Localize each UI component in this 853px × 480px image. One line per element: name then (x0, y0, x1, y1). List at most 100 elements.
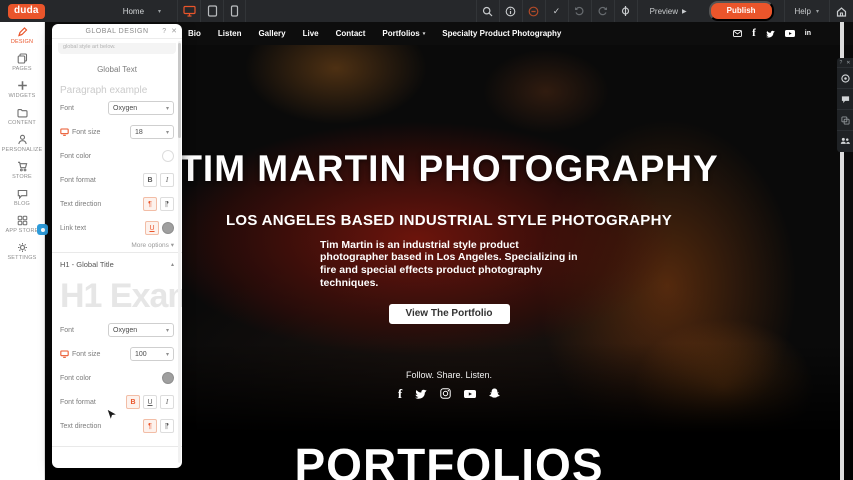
global-design-panel: GLOBAL DESIGN ? ✕ global style art below… (52, 24, 182, 468)
settings-gear-icon (17, 242, 28, 253)
font-size-label: Font size (72, 129, 100, 136)
paragraph-style-preview[interactable]: Paragraph example (60, 85, 174, 96)
mouse-cursor (106, 409, 117, 428)
bold-button[interactable]: B (143, 173, 157, 187)
sidebar-item-design[interactable]: DESIGN (0, 22, 44, 49)
nav-link-gallery[interactable]: Gallery (258, 29, 285, 38)
sidebar-item-pages[interactable]: PAGES (0, 49, 44, 76)
nav-link-bio[interactable]: Bio (188, 29, 201, 38)
hero-title[interactable]: TIM MARTIN PHOTOGRAPHY (179, 149, 718, 190)
app-store-notification-badge[interactable] (37, 224, 48, 235)
view-portfolio-button[interactable]: View The Portfolio (389, 304, 510, 324)
h1-section-header[interactable]: H1 - Global Title ▴ (60, 257, 174, 271)
instagram-icon[interactable] (440, 388, 451, 399)
h1-underline-button[interactable]: U (143, 395, 157, 409)
italic-button[interactable]: I (160, 173, 174, 187)
duda-logo[interactable]: duda (8, 4, 45, 19)
snapchat-icon[interactable] (489, 388, 500, 399)
preview-button[interactable]: Preview ▶ (637, 0, 699, 22)
widgets-plus-icon (17, 80, 28, 91)
search-icon[interactable] (476, 0, 499, 22)
sidebar-item-widgets[interactable]: WIDGETS (0, 76, 44, 103)
page-selector[interactable]: Home ▾ (123, 7, 161, 16)
h1-font-select[interactable]: Oxygen ▾ (108, 323, 174, 337)
panel-scrollbar[interactable] (178, 41, 181, 463)
chevron-down-icon: ▾ (423, 31, 426, 37)
tablet-view-button[interactable] (200, 0, 223, 22)
email-icon[interactable] (733, 30, 742, 37)
panel-help-icon[interactable]: ? (162, 28, 166, 35)
linkedin-icon[interactable]: in (805, 30, 811, 37)
paragraph-font-size-select[interactable]: 18 ▾ (130, 125, 174, 139)
panel-close-icon[interactable]: ✕ (171, 27, 177, 35)
h1-italic-button[interactable]: I (160, 395, 174, 409)
twitter-icon[interactable] (766, 30, 775, 38)
toolbar-close-icon[interactable]: ✕ (846, 60, 850, 66)
blog-bubble-icon (17, 189, 28, 199)
twitter-icon[interactable] (415, 389, 427, 399)
help-menu[interactable]: Help ▾ (784, 0, 829, 22)
ltr-direction-button[interactable]: ¶ (143, 197, 157, 211)
link-color-swatch[interactable] (162, 222, 174, 234)
layers-icon[interactable] (837, 109, 853, 130)
screenshot-icon[interactable] (837, 67, 853, 88)
design-icon (17, 26, 28, 37)
link-underline-button[interactable]: U (145, 221, 159, 235)
youtube-icon[interactable] (464, 390, 476, 398)
app-store-icon (17, 215, 28, 226)
sidebar-item-blog[interactable]: BLOG (0, 184, 44, 211)
personalize-user-icon (17, 134, 28, 145)
paragraph-font-select[interactable]: Oxygen ▾ (108, 101, 174, 115)
dev-mode-icon[interactable] (614, 0, 637, 22)
publish-button[interactable]: Publish (709, 1, 774, 21)
chevron-down-icon: ▾ (158, 8, 161, 15)
font-size-label: Font size (72, 351, 100, 358)
h1-font-size-select[interactable]: 100 ▾ (130, 347, 174, 361)
nav-link-listen[interactable]: Listen (218, 29, 242, 38)
more-options-link[interactable]: More options ▾ (60, 241, 174, 249)
h1-ltr-direction-button[interactable]: ¶ (143, 419, 157, 433)
youtube-icon[interactable] (785, 30, 795, 37)
team-icon[interactable] (837, 130, 853, 151)
chevron-up-icon: ▴ (171, 261, 174, 268)
font-color-label: Font color (60, 153, 91, 160)
hero-subtitle[interactable]: LOS ANGELES BASED INDUSTRIAL STYLE PHOTO… (226, 212, 672, 229)
save-check-icon[interactable]: ✓ (545, 0, 568, 22)
panel-info-note: global style art below. (58, 43, 176, 54)
rtl-direction-button[interactable]: ¶ (160, 197, 174, 211)
comments-icon[interactable] (837, 88, 853, 109)
facebook-icon[interactable]: f (398, 387, 402, 400)
undo-icon[interactable] (568, 0, 591, 22)
h1-rtl-direction-button[interactable]: ¶ (160, 419, 174, 433)
paragraph-font-color-swatch[interactable] (162, 150, 174, 162)
nav-link-live[interactable]: Live (303, 29, 319, 38)
sidebar-item-store[interactable]: STORE (0, 157, 44, 184)
play-icon: ▶ (682, 8, 687, 15)
facebook-icon[interactable]: f (752, 28, 756, 39)
sidebar-item-personalize[interactable]: PERSONALIZE (0, 130, 44, 157)
device-override-icon (60, 128, 69, 136)
nav-link-specialty[interactable]: Specialty Product Photography (442, 29, 561, 38)
sidebar-item-content[interactable]: CONTENT (0, 103, 44, 130)
hero-paragraph[interactable]: Tim Martin is an industrial style produc… (320, 239, 578, 290)
h1-style-preview[interactable]: H1 Example (60, 274, 182, 318)
nav-link-portfolios[interactable]: Portfolios▾ (382, 29, 425, 38)
content-folder-icon (17, 108, 28, 118)
desktop-view-button[interactable] (177, 0, 200, 22)
h1-bold-button[interactable]: B (126, 395, 140, 409)
redo-icon[interactable] (591, 0, 614, 22)
mobile-view-button[interactable] (223, 0, 246, 22)
nav-link-contact[interactable]: Contact (336, 29, 366, 38)
text-direction-label: Text direction (60, 201, 101, 208)
info-icon[interactable] (499, 0, 522, 22)
toolbar-help-icon[interactable]: ? (840, 60, 843, 66)
chevron-down-icon: ▾ (816, 8, 819, 15)
chevron-down-icon: ▾ (166, 351, 169, 358)
chevron-down-icon: ▾ (166, 129, 169, 136)
sidebar-item-settings[interactable]: SETTINGS (0, 238, 44, 265)
dashboard-home-icon[interactable] (829, 0, 853, 22)
font-format-label: Font format (60, 399, 96, 406)
notifications-icon[interactable] (522, 0, 545, 22)
h1-font-color-swatch[interactable] (162, 372, 174, 384)
chevron-down-icon: ▾ (166, 105, 169, 112)
